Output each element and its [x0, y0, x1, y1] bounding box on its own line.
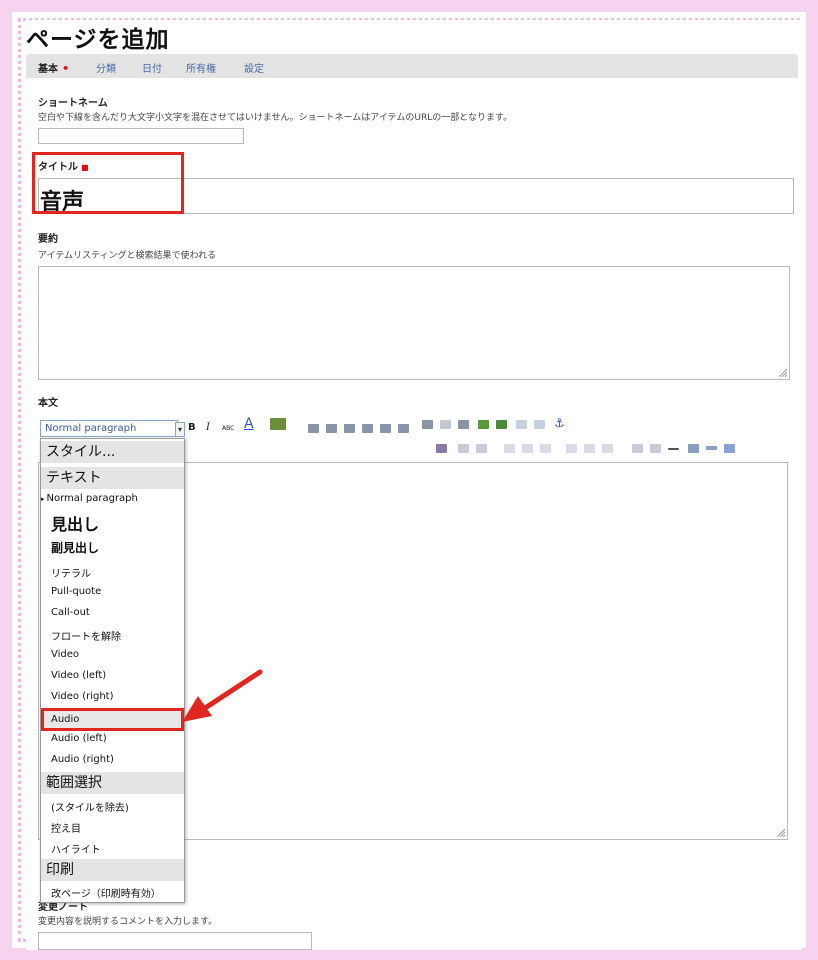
format-select[interactable]: Normal paragraph ▾: [40, 420, 185, 437]
split-cells-icon[interactable]: [650, 444, 661, 453]
delete-row-icon[interactable]: [522, 444, 533, 453]
anchor-icon[interactable]: ⚓: [554, 416, 565, 430]
menu-item-call-out[interactable]: Call-out: [41, 607, 184, 621]
tab-settings[interactable]: 設定: [244, 60, 264, 75]
indent-icon[interactable]: [440, 420, 451, 429]
title-highlight-box: [32, 152, 184, 214]
blockquote-icon[interactable]: [458, 420, 469, 429]
menu-item-pull-quote[interactable]: Pull-quote: [41, 586, 184, 600]
tab-ownership[interactable]: 所有権: [186, 60, 216, 75]
change-note-help: 変更内容を説明するコメントを入力します。: [38, 917, 218, 927]
tab-categorization[interactable]: 分類: [96, 60, 116, 75]
menu-item-page-break[interactable]: 改ページ（印刷時有効）: [41, 885, 184, 900]
bullet-list-icon[interactable]: [380, 424, 391, 433]
zoom-icon[interactable]: [688, 444, 699, 453]
italic-button[interactable]: I: [206, 422, 210, 433]
delete-col-icon[interactable]: [584, 444, 595, 453]
font-color-button[interactable]: A: [244, 416, 254, 432]
horizontal-rule-icon[interactable]: [668, 448, 679, 450]
menu-item-video-left[interactable]: Video (left): [41, 670, 184, 684]
insert-col-icon[interactable]: [566, 444, 577, 453]
row-props-icon[interactable]: [540, 444, 551, 453]
menu-item-video[interactable]: Video: [41, 649, 184, 663]
menu-item-subheading[interactable]: 副見出し: [41, 539, 184, 555]
strikethrough-button[interactable]: ABC: [222, 425, 234, 432]
menu-item-audio-left[interactable]: Audio (left): [41, 733, 184, 747]
highlight-color-icon[interactable]: [270, 418, 286, 430]
merge-cells-icon[interactable]: [632, 444, 643, 453]
red-arrow-icon: [182, 669, 263, 722]
tab-bar: 基本 • 分類 日付 所有権 設定: [26, 54, 798, 78]
format-select-value: Normal paragraph: [45, 423, 137, 434]
menu-item-video-right[interactable]: Video (right): [41, 691, 184, 705]
menu-header-styles: スタイル...: [41, 441, 184, 463]
summary-help: アイテムリスティングと検索結果で使われる: [38, 251, 217, 261]
link-icon[interactable]: [516, 420, 527, 429]
edit-html-icon[interactable]: [436, 444, 447, 453]
chevron-down-icon[interactable]: ▾: [175, 422, 185, 437]
style-menu: スタイル... テキスト ▸ Normal paragraph 見出し 副見出し …: [40, 438, 185, 903]
image-icon[interactable]: [478, 420, 489, 429]
summary-textarea[interactable]: [38, 266, 790, 380]
summary-label: 要約: [38, 234, 58, 245]
menu-item-heading[interactable]: 見出し: [41, 511, 184, 534]
menu-header-print: 印刷: [41, 859, 184, 881]
menu-item-audio-right[interactable]: Audio (right): [41, 754, 184, 768]
fullscreen-icon[interactable]: [724, 444, 735, 453]
tab-basic-label: 基本: [38, 64, 58, 75]
table-props-icon[interactable]: [476, 444, 487, 453]
change-note-input[interactable]: [38, 932, 312, 950]
unlink-icon[interactable]: [534, 420, 545, 429]
align-right-icon[interactable]: [344, 424, 355, 433]
table-icon[interactable]: [458, 444, 469, 453]
menu-item-normal-paragraph[interactable]: ▸ Normal paragraph: [41, 493, 184, 507]
menu-item-literal[interactable]: リテラル: [41, 565, 184, 580]
selected-marker-icon: ▸: [41, 495, 45, 503]
media-icon[interactable]: [496, 420, 507, 429]
align-justify-icon[interactable]: [362, 424, 373, 433]
menu-item-label: Normal paragraph: [46, 493, 138, 504]
bold-button[interactable]: B: [188, 422, 196, 433]
resize-grip-icon[interactable]: [777, 367, 787, 377]
menu-item-remove-style[interactable]: (スタイルを除去): [41, 799, 184, 814]
menu-header-selection: 範囲選択: [41, 772, 184, 794]
col-props-icon[interactable]: [602, 444, 613, 453]
add-page-form: ページを追加 基本 • 分類 日付 所有権 設定 ショートネーム 空白や下線を含ん…: [26, 20, 801, 950]
outdent-icon[interactable]: [422, 420, 433, 429]
insert-row-icon[interactable]: [504, 444, 515, 453]
menu-item-clear-float[interactable]: フロートを解除: [41, 628, 184, 643]
resize-grip-icon[interactable]: [775, 827, 785, 837]
align-left-icon[interactable]: [308, 424, 319, 433]
shortname-label: ショートネーム: [38, 98, 108, 109]
tab-dates[interactable]: 日付: [142, 60, 162, 75]
menu-item-highlight[interactable]: ハイライト: [41, 841, 184, 856]
shortname-input[interactable]: [38, 128, 244, 144]
numbered-list-icon[interactable]: [398, 424, 409, 433]
menu-item-discreet[interactable]: 控え目: [41, 820, 184, 835]
tab-basic[interactable]: 基本 •: [38, 60, 69, 75]
shortname-help: 空白や下線を含んだり大文字小文字を混在させてはいけません。ショートネームはアイテ…: [38, 113, 513, 123]
required-marker: •: [62, 62, 70, 75]
align-center-icon[interactable]: [326, 424, 337, 433]
separator-icon[interactable]: [706, 446, 717, 450]
body-label: 本文: [38, 398, 58, 409]
menu-header-text: テキスト: [41, 467, 184, 489]
menu-item-audio[interactable]: Audio: [41, 708, 184, 731]
page-title: ページを追加: [26, 27, 170, 53]
